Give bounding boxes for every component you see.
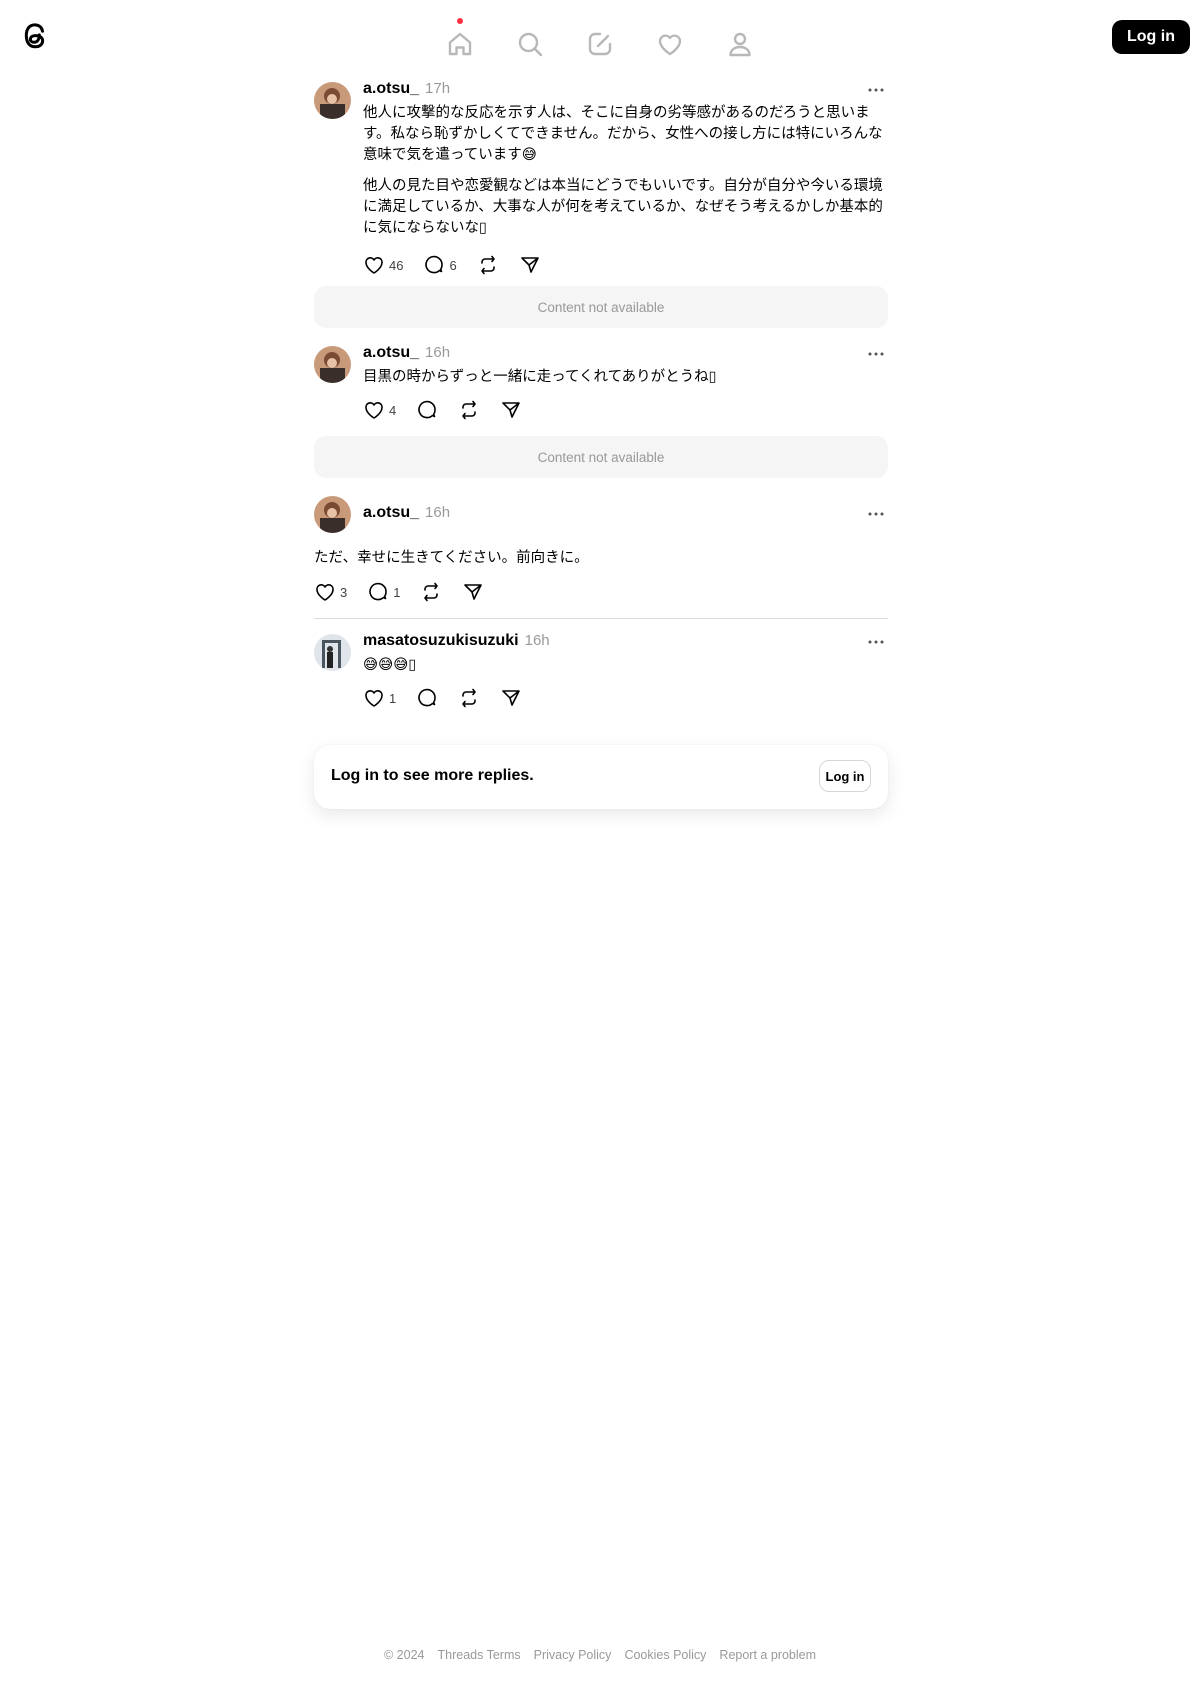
like-count: 4 (389, 402, 397, 418)
content-not-available: Content not available (314, 286, 888, 328)
like-count: 3 (340, 584, 348, 600)
reply-count: 6 (449, 257, 457, 273)
avatar[interactable] (314, 346, 351, 383)
reply-button[interactable]: 1 (367, 581, 400, 603)
comment-icon (418, 688, 437, 707)
login-button[interactable]: Log in (1112, 20, 1190, 54)
login-prompt-button[interactable]: Log in (819, 760, 871, 792)
post-header: a.otsu_ 16h (363, 344, 450, 362)
share-button[interactable] (500, 687, 522, 709)
share-button[interactable] (500, 399, 522, 421)
post-header: a.otsu_ 17h (363, 80, 450, 98)
repost-icon (462, 400, 477, 420)
more-options-icon[interactable] (864, 82, 888, 98)
notification-dot (457, 18, 463, 24)
repost-button[interactable] (420, 581, 442, 603)
post-actions: 3 1 (314, 580, 504, 604)
post-header: masatosuzukisuzuki 16h (363, 632, 550, 650)
repost-button[interactable] (477, 254, 499, 276)
username[interactable]: a.otsu_ (363, 504, 419, 522)
send-icon (464, 584, 483, 600)
like-button[interactable]: 1 (363, 687, 396, 709)
timestamp[interactable]: 16h (425, 504, 450, 521)
send-icon (520, 257, 539, 273)
avatar[interactable] (314, 82, 351, 119)
heart-icon (316, 584, 334, 601)
repost-button[interactable] (458, 399, 480, 421)
repost-icon (462, 688, 477, 708)
comment-icon (425, 255, 444, 274)
share-button[interactable] (462, 581, 484, 603)
repost-icon (424, 582, 439, 602)
post-actions: 46 6 (363, 253, 561, 277)
post-paragraph: 他人の見た目や恋愛観などは本当にどうでもいいです。自分が自分や今いる環境に満足し… (363, 178, 883, 236)
comment-icon (369, 582, 388, 601)
top-nav (0, 14, 1200, 74)
reply-button[interactable] (416, 687, 438, 709)
send-icon (502, 690, 521, 706)
share-button[interactable] (519, 254, 541, 276)
like-button[interactable]: 3 (314, 581, 347, 603)
send-icon (502, 402, 521, 418)
divider (314, 618, 888, 619)
create-icon[interactable] (576, 22, 624, 66)
post-item: a.otsu_ 16h ただ、幸せに生きてください。前向きに。 3 1 (314, 496, 888, 606)
post-text: 目黒の時からずっと一緒に走ってくれてありがとうね▯ (363, 367, 891, 398)
like-button[interactable]: 46 (363, 254, 403, 276)
post-actions: 4 (363, 398, 542, 422)
post-paragraph: ただ、幸せに生きてください。前向きに。 (314, 550, 589, 566)
search-icon[interactable] (506, 22, 554, 66)
heart-icon (365, 402, 383, 419)
like-count: 1 (389, 690, 397, 706)
footer: © 2024 Threads Terms Privacy Policy Cook… (0, 1648, 1200, 1662)
footer-copyright: © 2024 (384, 1648, 425, 1662)
username[interactable]: a.otsu_ (363, 80, 419, 98)
post-text: 😅😅😅▯ (363, 655, 891, 686)
footer-link-terms[interactable]: Threads Terms (438, 1648, 521, 1662)
avatar[interactable] (314, 496, 351, 533)
post-item: a.otsu_ 16h 目黒の時からずっと一緒に走ってくれてありがとうね▯ 4 (314, 344, 891, 426)
reply-count: 1 (393, 584, 401, 600)
post-paragraph: 他人に攻撃的な反応を示す人は、そこに自身の劣等感があるのだろうと思います。私なら… (363, 105, 883, 163)
post-text: 他人に攻撃的な反応を示す人は、そこに自身の劣等感があるのだろうと思います。私なら… (363, 103, 891, 249)
login-prompt-card: Log in to see more replies. Log in (314, 745, 888, 809)
post-item: masatosuzukisuzuki 16h 😅😅😅▯ 1 (314, 632, 891, 714)
timestamp[interactable]: 16h (425, 344, 450, 361)
heart-icon (365, 690, 383, 707)
footer-link-cookies[interactable]: Cookies Policy (624, 1648, 706, 1662)
repost-button[interactable] (458, 687, 480, 709)
heart-icon[interactable] (646, 22, 694, 66)
more-options-icon[interactable] (864, 634, 888, 650)
profile-icon[interactable] (716, 22, 764, 66)
reply-button[interactable] (416, 399, 438, 421)
post-paragraph: 目黒の時からずっと一緒に走ってくれてありがとうね▯ (363, 369, 717, 385)
like-count: 46 (389, 257, 404, 273)
avatar[interactable] (314, 634, 351, 671)
timestamp[interactable]: 16h (525, 632, 550, 649)
timestamp[interactable]: 17h (425, 80, 450, 97)
heart-icon (365, 257, 383, 274)
post-item: a.otsu_ 17h 他人に攻撃的な反応を示す人は、そこに自身の劣等感があるの… (314, 80, 891, 282)
login-prompt-message: Log in to see more replies. (331, 767, 534, 784)
username[interactable]: masatosuzukisuzuki (363, 632, 519, 650)
post-text: ただ、幸せに生きてください。前向きに。 (314, 548, 842, 579)
content-not-available: Content not available (314, 436, 888, 478)
post-header: a.otsu_ 16h (363, 504, 450, 522)
username[interactable]: a.otsu_ (363, 344, 419, 362)
more-options-icon[interactable] (864, 346, 888, 362)
more-options-icon[interactable] (864, 506, 888, 522)
comment-icon (418, 400, 437, 419)
repost-icon (480, 255, 495, 275)
footer-link-privacy[interactable]: Privacy Policy (534, 1648, 612, 1662)
footer-link-report[interactable]: Report a problem (719, 1648, 816, 1662)
post-actions: 1 (363, 686, 542, 710)
post-paragraph: 😅😅😅▯ (363, 657, 417, 673)
like-button[interactable]: 4 (363, 399, 396, 421)
reply-button[interactable]: 6 (423, 254, 457, 276)
home-icon[interactable] (436, 18, 484, 66)
